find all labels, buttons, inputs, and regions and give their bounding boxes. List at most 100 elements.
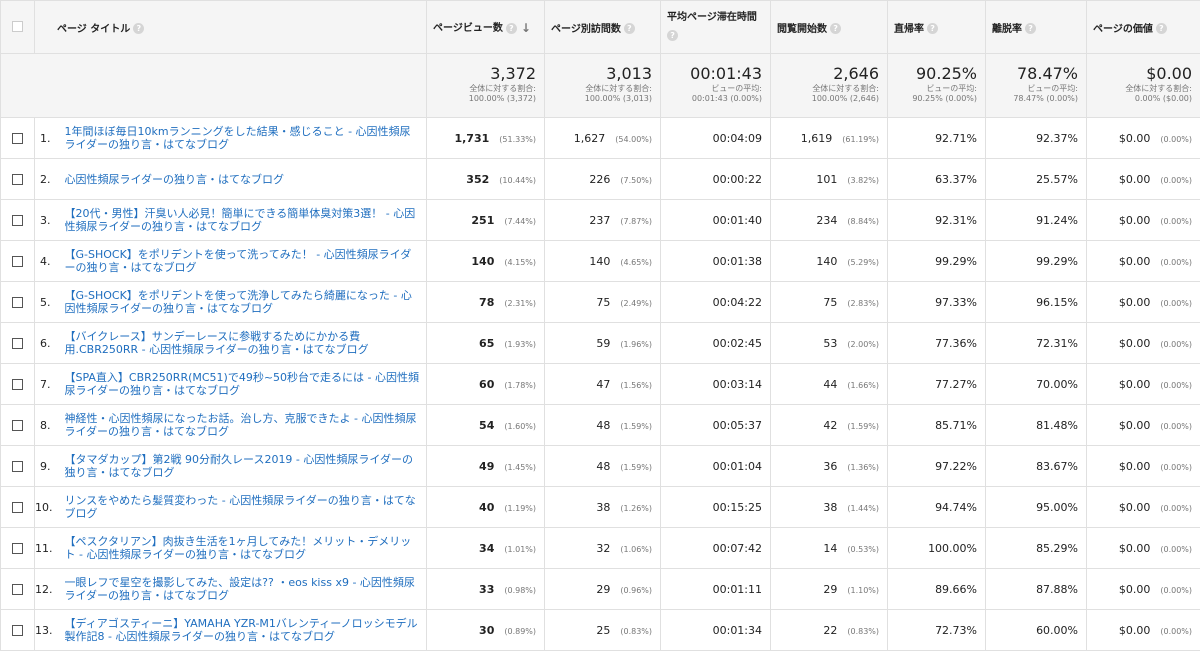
row-select-cell [1,282,35,323]
row-index: 1. [35,118,65,159]
exit-cell: 83.67% [986,446,1087,487]
page-title-link[interactable]: 【バイクレース】サンデーレースに参戦するためにかかる費用.CBR250RR - … [65,330,421,356]
row-checkbox[interactable] [12,174,23,185]
value-cell: $0.00(0.00%) [1087,569,1200,610]
pageviews-value: 40 [479,501,494,514]
page-title-link[interactable]: 1年間ほぼ毎日10kmランニングをした結果・感じること - 心因性頻尿ライダーの… [65,125,421,151]
unique-cell: 48(1.59%) [545,446,661,487]
pageviews-pct: (1.45%) [504,463,536,472]
exit-value: 85.29% [1036,542,1078,555]
page-value: $0.00 [1119,378,1151,391]
page-title-link[interactable]: 一眼レフで星空を撮影してみた、設定は?? ・eos kiss x9 - 心因性頻… [65,576,421,602]
row-checkbox[interactable] [12,625,23,636]
pageviews-cell: 33(0.98%) [427,569,545,610]
help-icon[interactable]: ? [133,23,144,34]
unique-value: 1,627 [574,132,606,145]
value-cell: $0.00(0.00%) [1087,323,1200,364]
col-header-pageviews[interactable]: ページビュー数?↓ [427,1,545,54]
page-title-link[interactable]: 【G-SHOCK】をポリデントを使って洗浄してみたら綺麗になった - 心因性頻尿… [65,289,421,315]
help-icon[interactable]: ? [667,30,678,41]
row-checkbox[interactable] [12,502,23,513]
pageviews-pct: (1.19%) [504,504,536,513]
page-title-link[interactable]: 心因性頻尿ライダーの独り言・はてなブログ [65,173,421,186]
row-select-cell [1,487,35,528]
row-checkbox[interactable] [12,215,23,226]
page-title-link[interactable]: 【SPA直入】CBR250RR(MC51)で49秒~50秒台で走るには - 心因… [65,371,421,397]
page-title-link[interactable]: 【G-SHOCK】をポリデントを使って洗ってみた！ - 心因性頻尿ライダーの独り… [65,248,421,274]
row-checkbox[interactable] [12,297,23,308]
row-checkbox[interactable] [12,379,23,390]
summary-sub: 0.00% ($0.00) [1091,94,1192,104]
summary-pageviews: 3,372全体に対する割合:100.00% (3,372) [427,54,545,118]
row-checkbox[interactable] [12,584,23,595]
page-value: $0.00 [1119,419,1151,432]
pageviews-cell: 40 (1.19%) [427,487,545,528]
exit-cell: 87.88% [986,569,1087,610]
table-row: 12.一眼レフで星空を撮影してみた、設定は?? ・eos kiss x9 - 心… [1,569,1200,610]
summary-sub: 100.00% (3,372) [431,94,536,104]
row-checkbox[interactable] [12,461,23,472]
col-header-title[interactable]: ページ タイトル? [35,1,427,54]
col-header-entrances-label: 閲覧開始数 [777,24,827,35]
page-value: $0.00 [1119,296,1151,309]
page-title-link[interactable]: 【ディアゴスティーニ】YAMAHA YZR-M1バレンティーノロッシモデル製作記… [65,617,421,643]
entrances-value: 42 [823,419,837,432]
summary-sub: 00:01:43 (0.00%) [665,94,762,104]
row-checkbox[interactable] [12,133,23,144]
col-header-unique-label: ページ別訪問数 [551,24,621,35]
page-title-link[interactable]: 【ペスクタリアン】肉抜き生活を1ヶ月してみた！メリット・デメリット - 心因性頻… [65,535,421,561]
row-index: 12. [35,569,65,610]
col-header-avg-time[interactable]: 平均ページ滞在時間? [661,1,771,54]
pageviews-cell: 49(1.45%) [427,446,545,487]
page-value-pct: (0.00%) [1160,627,1192,636]
page-title-link[interactable]: リンスをやめたら髪質変わった - 心因性頻尿ライダーの独り言・はてなブログ [65,494,421,520]
unique-cell: 25(0.83%) [545,610,661,651]
sort-desc-icon[interactable]: ↓ [521,21,531,35]
pageviews-pct: (4.15%) [504,258,536,267]
entrances-pct: (2.83%) [847,299,879,308]
help-icon[interactable]: ? [830,23,841,34]
exit-cell: 85.29% [986,528,1087,569]
unique-pct: (0.96%) [620,586,652,595]
row-index: 3. [35,200,65,241]
row-checkbox[interactable] [12,338,23,349]
page-title-link[interactable]: 神経性・心因性頻尿になったお話。治し方、克服できたよ - 心因性頻尿ライダーの独… [65,412,421,438]
value-cell: $0.00(0.00%) [1087,364,1200,405]
summary-value: $0.00 [1091,64,1192,84]
row-index: 5. [35,282,65,323]
unique-cell: 59(1.96%) [545,323,661,364]
exit-cell: 81.48% [986,405,1087,446]
help-icon[interactable]: ? [1156,23,1167,34]
avg-time-cell: 00:01:34 [661,610,771,651]
col-header-exit[interactable]: 離脱率? [986,1,1087,54]
col-header-bounce[interactable]: 直帰率? [888,1,986,54]
page-title-link[interactable]: 【20代・男性】汗臭い人必見！簡単にできる簡単体臭対策3選！ - 心因性頻尿ライ… [65,207,421,233]
row-checkbox[interactable] [12,543,23,554]
unique-value: 226 [589,173,610,186]
page-value: $0.00 [1119,583,1151,596]
help-icon[interactable]: ? [506,23,517,34]
help-icon[interactable]: ? [624,23,635,34]
help-icon[interactable]: ? [927,23,938,34]
col-header-value[interactable]: ページの価値? [1087,1,1200,54]
row-index: 13. [35,610,65,651]
bounce-cell: 77.27% [888,364,986,405]
row-select-cell [1,200,35,241]
col-header-unique[interactable]: ページ別訪問数? [545,1,661,54]
select-all-checkbox[interactable] [12,21,23,32]
entrances-value: 75 [823,296,837,309]
row-checkbox[interactable] [12,420,23,431]
page-value-pct: (0.00%) [1160,463,1192,472]
entrances-pct: (2.00%) [847,340,879,349]
entrances-cell: 101(3.82%) [771,159,888,200]
pageviews-value: 34 [479,542,494,555]
avg-time-value: 00:04:09 [713,132,762,145]
row-title-cell: 【20代・男性】汗臭い人必見！簡単にできる簡単体臭対策3選！ - 心因性頻尿ライ… [65,200,427,241]
help-icon[interactable]: ? [1025,23,1036,34]
row-checkbox[interactable] [12,256,23,267]
page-title-link[interactable]: 【タマダカップ】第2戦 90分耐久レース2019 - 心因性頻尿ライダーの独り言… [65,453,421,479]
col-header-bounce-label: 直帰率 [894,24,924,35]
col-header-entrances[interactable]: 閲覧開始数? [771,1,888,54]
select-all-cell [1,1,35,54]
entrances-cell: 22(0.83%) [771,610,888,651]
